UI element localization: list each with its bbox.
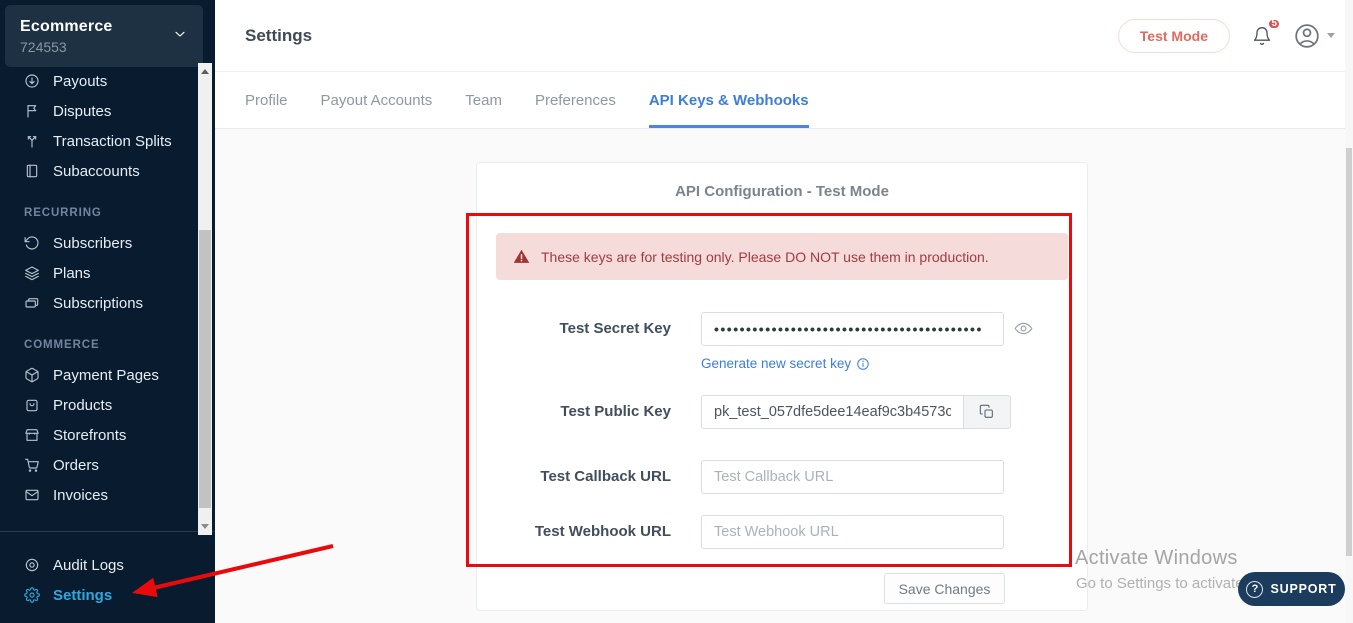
callback-url-input[interactable]	[701, 460, 1004, 494]
sidebar: Ecommerce 724553 Payouts Disputes Transa…	[0, 0, 215, 623]
sidebar-item-label: Subaccounts	[53, 163, 140, 180]
sidebar-item-plans[interactable]: Plans	[24, 262, 91, 284]
reveal-secret-button[interactable]	[1014, 319, 1033, 338]
sidebar-item-invoices[interactable]: Invoices	[24, 484, 108, 506]
sidebar-item-label: Orders	[53, 457, 99, 474]
sidebar-item-orders[interactable]: Orders	[24, 454, 99, 476]
sidebar-divider	[0, 531, 215, 532]
rotate-ccw-icon	[24, 235, 40, 251]
sidebar-item-label: Payouts	[53, 73, 107, 90]
copy-icon	[979, 404, 995, 420]
sidebar-item-payouts[interactable]: Payouts	[24, 70, 107, 92]
envelope-icon	[24, 487, 40, 503]
gear-icon	[24, 587, 40, 603]
copy-public-key-button[interactable]	[963, 395, 1011, 429]
split-arrows-icon	[24, 133, 40, 149]
sidebar-item-label: Invoices	[53, 487, 108, 504]
settings-tabs: Profile Payout Accounts Team Preferences…	[215, 72, 1353, 129]
sidebar-item-audit-logs[interactable]: Audit Logs	[24, 554, 124, 576]
layers-icon	[24, 265, 40, 281]
tab-team[interactable]: Team	[465, 72, 502, 128]
page-scrollbar[interactable]	[1345, 0, 1353, 623]
sidebar-item-label: Settings	[53, 587, 112, 604]
flag-icon	[24, 103, 40, 119]
scroll-up-arrow[interactable]	[201, 69, 209, 74]
public-key-input[interactable]	[701, 395, 964, 429]
sidebar-item-label: Plans	[53, 265, 91, 282]
watermark-line1: Activate Windows	[1075, 547, 1238, 570]
tab-profile[interactable]: Profile	[245, 72, 288, 128]
chevron-down-icon	[172, 26, 188, 47]
caret-down-icon	[1327, 33, 1335, 38]
page-title: Settings	[245, 26, 312, 46]
info-icon	[856, 357, 870, 371]
notification-badge: 5	[1267, 18, 1281, 30]
ledger-icon	[24, 163, 40, 179]
support-label: SUPPORT	[1270, 582, 1336, 596]
sidebar-scrollbar-thumb[interactable]	[199, 230, 211, 508]
notifications-button[interactable]: 5	[1252, 26, 1272, 46]
sidebar-item-payment-pages[interactable]: Payment Pages	[24, 364, 159, 386]
secret-key-input[interactable]	[701, 312, 1004, 346]
sidebar-item-label: Subscribers	[53, 235, 132, 252]
webhook-url-input[interactable]	[701, 515, 1004, 549]
save-changes-button[interactable]: Save Changes	[884, 573, 1005, 604]
sidebar-item-subscriptions[interactable]: Subscriptions	[24, 292, 143, 314]
generate-link-label: Generate new secret key	[701, 356, 851, 371]
card-title: API Configuration - Test Mode	[476, 183, 1088, 200]
sidebar-scrollbar[interactable]	[198, 63, 212, 535]
business-switcher[interactable]: Ecommerce 724553	[5, 5, 203, 67]
business-id: 724553	[20, 39, 113, 55]
sidebar-item-label: Payment Pages	[53, 367, 159, 384]
secret-key-label: Test Secret Key	[496, 312, 671, 346]
top-bar: Settings Test Mode 5	[215, 0, 1353, 72]
warning-text: These keys are for testing only. Please …	[541, 249, 989, 265]
sidebar-item-subscribers[interactable]: Subscribers	[24, 232, 132, 254]
sidebar-item-label: Transaction Splits	[53, 133, 172, 150]
test-mode-button[interactable]: Test Mode	[1118, 19, 1230, 53]
tab-payout-accounts[interactable]: Payout Accounts	[321, 72, 433, 128]
package-icon	[24, 367, 40, 383]
avatar-icon	[1294, 23, 1320, 49]
generate-secret-key-link[interactable]: Generate new secret key	[701, 356, 870, 371]
webhook-url-label: Test Webhook URL	[496, 515, 671, 549]
sidebar-item-storefronts[interactable]: Storefronts	[24, 424, 126, 446]
eye-icon	[1014, 319, 1033, 338]
public-key-label: Test Public Key	[496, 395, 671, 429]
test-keys-warning-banner: These keys are for testing only. Please …	[496, 233, 1068, 280]
page-scrollbar-thumb[interactable]	[1346, 148, 1352, 556]
app-screen: Ecommerce 724553 Payouts Disputes Transa…	[0, 0, 1353, 623]
sidebar-item-label: Disputes	[53, 103, 111, 120]
tab-api-keys-webhooks[interactable]: API Keys & Webhooks	[649, 72, 809, 128]
eye-circle-icon	[24, 557, 40, 573]
payouts-icon	[24, 73, 40, 89]
sidebar-section-commerce: COMMERCE	[24, 339, 100, 351]
question-icon: ?	[1246, 581, 1263, 598]
cart-icon	[24, 457, 40, 473]
stacked-cards-icon	[24, 295, 40, 311]
tab-preferences[interactable]: Preferences	[535, 72, 616, 128]
storefront-icon	[24, 427, 40, 443]
business-name: Ecommerce	[20, 18, 113, 36]
sidebar-section-recurring: RECURRING	[24, 207, 102, 219]
account-menu-button[interactable]	[1294, 23, 1335, 49]
support-button[interactable]: ? SUPPORT	[1238, 572, 1345, 606]
sidebar-item-label: Subscriptions	[53, 295, 143, 312]
sidebar-item-settings[interactable]: Settings	[24, 584, 112, 606]
sidebar-item-label: Storefronts	[53, 427, 126, 444]
scroll-down-arrow[interactable]	[201, 524, 209, 529]
product-bag-icon	[24, 397, 40, 413]
sidebar-item-disputes[interactable]: Disputes	[24, 100, 111, 122]
sidebar-item-products[interactable]: Products	[24, 394, 112, 416]
sidebar-item-label: Products	[53, 397, 112, 414]
callback-url-label: Test Callback URL	[496, 460, 671, 494]
sidebar-item-transaction-splits[interactable]: Transaction Splits	[24, 130, 172, 152]
warning-triangle-icon	[513, 248, 530, 265]
sidebar-item-label: Audit Logs	[53, 557, 124, 574]
sidebar-item-subaccounts[interactable]: Subaccounts	[24, 160, 140, 182]
